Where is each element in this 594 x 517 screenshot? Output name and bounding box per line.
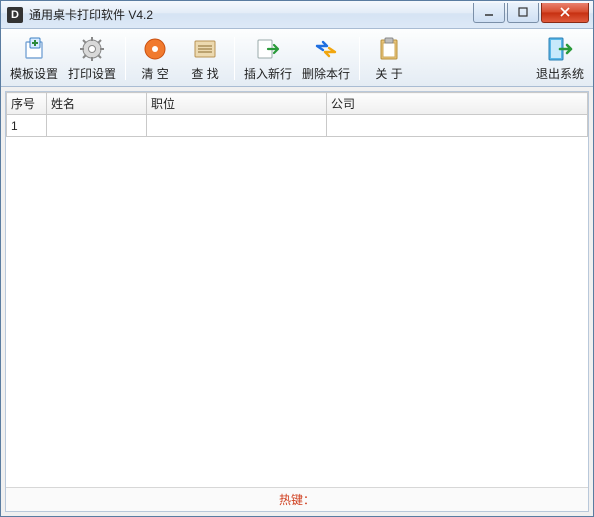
col-header-company[interactable]: 公司 [327, 93, 588, 115]
hotkeys-label: 热键： [279, 491, 315, 508]
exit-icon [546, 35, 574, 63]
col-header-name[interactable]: 姓名 [47, 93, 147, 115]
app-icon: D [7, 7, 23, 23]
toolbar-separator [359, 37, 360, 80]
footer-bar: 热键： [6, 487, 588, 511]
template-settings-label: 模板设置 [10, 65, 58, 82]
window-title: 通用桌卡打印软件 V4.2 [29, 6, 473, 23]
clear-button[interactable]: 清 空 [130, 31, 180, 86]
print-settings-label: 打印设置 [68, 65, 116, 82]
delete-row-button[interactable]: 删除本行 [297, 31, 355, 86]
table-row[interactable]: 1 [7, 115, 588, 137]
about-button[interactable]: 关 于 [364, 31, 414, 86]
clear-label: 清 空 [141, 65, 168, 82]
gear-icon [78, 35, 106, 63]
toolbar-separator [234, 37, 235, 80]
col-header-position[interactable]: 职位 [147, 93, 327, 115]
exit-button[interactable]: 退出系统 [531, 31, 589, 86]
toolbar-separator [125, 37, 126, 80]
template-settings-button[interactable]: 模板设置 [5, 31, 63, 86]
insert-row-label: 插入新行 [244, 65, 292, 82]
toolbar: 模板设置 打印设置 [1, 29, 593, 87]
content-area: 序号 姓名 职位 公司 1 热键： [5, 91, 589, 512]
cell-name[interactable] [47, 115, 147, 137]
about-label: 关 于 [375, 65, 402, 82]
find-button[interactable]: 查 找 [180, 31, 230, 86]
clipboard-icon [375, 35, 403, 63]
print-settings-button[interactable]: 打印设置 [63, 31, 121, 86]
swap-arrows-icon [312, 35, 340, 63]
minimize-button[interactable] [473, 3, 505, 23]
maximize-button[interactable] [507, 3, 539, 23]
insert-row-button[interactable]: 插入新行 [239, 31, 297, 86]
data-grid[interactable]: 序号 姓名 职位 公司 1 [6, 92, 588, 487]
find-label: 查 找 [191, 65, 218, 82]
exit-label: 退出系统 [536, 65, 584, 82]
titlebar: D 通用桌卡打印软件 V4.2 [1, 1, 593, 29]
table-header-row: 序号 姓名 职位 公司 [7, 93, 588, 115]
list-icon [191, 35, 219, 63]
cell-index[interactable]: 1 [7, 115, 47, 137]
delete-disc-icon [141, 35, 169, 63]
window-controls [473, 7, 593, 23]
plus-page-icon [20, 35, 48, 63]
col-header-index[interactable]: 序号 [7, 93, 47, 115]
close-button[interactable] [541, 3, 589, 23]
app-window: D 通用桌卡打印软件 V4.2 [0, 0, 594, 517]
delete-row-label: 删除本行 [302, 65, 350, 82]
insert-icon [254, 35, 282, 63]
cell-company[interactable] [327, 115, 588, 137]
cell-position[interactable] [147, 115, 327, 137]
